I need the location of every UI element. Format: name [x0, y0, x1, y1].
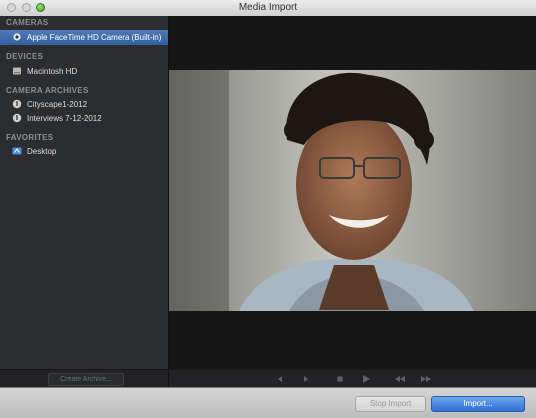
previous-button[interactable] [273, 372, 287, 386]
play-reverse-button[interactable] [299, 372, 313, 386]
stop-import-button[interactable]: Stop Import [355, 396, 426, 412]
import-button[interactable]: Import... [431, 396, 525, 412]
transport-bar [169, 369, 536, 388]
sidebar-footer: Create Archive... [0, 369, 169, 388]
window-title: Media Import [238, 2, 298, 13]
sidebar-item-desktop[interactable]: Desktop [0, 144, 168, 159]
section-heading-devices: DEVICES [6, 52, 44, 61]
sidebar-item-interviews-archive[interactable]: Interviews 7-12-2012 [0, 111, 168, 126]
sidebar-item-label: Desktop [27, 147, 57, 156]
sidebar-item-macintosh-hd[interactable]: Macintosh HD [0, 64, 168, 79]
sidebar: CAMERAS Apple FaceTime HD Camera (Built-… [0, 16, 169, 369]
play-icon [363, 375, 370, 383]
desktop-folder-icon [12, 147, 22, 155]
sidebar-item-cityscape-archive[interactable]: Cityscape1-2012 [0, 97, 168, 112]
sidebar-item-facetime-camera[interactable]: Apple FaceTime HD Camera (Built-in) [0, 30, 168, 45]
title-bar: Media Import [0, 0, 536, 17]
camera-preview-image [169, 70, 474, 311]
previous-icon [278, 376, 282, 382]
bottom-bar: Stop Import Import... [0, 387, 536, 418]
play-icon [304, 376, 308, 382]
rewind-icon [395, 376, 405, 382]
viewer-letterbox-top [169, 16, 536, 70]
sidebar-item-label: Cityscape1-2012 [27, 100, 88, 109]
stop-icon [337, 376, 343, 382]
sidebar-item-label: Apple FaceTime HD Camera (Built-in) [27, 33, 162, 42]
rewind-button[interactable] [393, 372, 407, 386]
fast-forward-button[interactable] [419, 372, 433, 386]
camera-preview [169, 70, 536, 311]
viewer-letterbox-bottom [169, 311, 536, 369]
sidebar-item-label: Macintosh HD [27, 67, 78, 76]
stop-button[interactable] [333, 372, 347, 386]
hard-drive-icon [13, 67, 21, 75]
section-heading-cameras: CAMERAS [6, 18, 49, 27]
section-heading-camera-archives: CAMERA ARCHIVES [6, 86, 89, 95]
fast-forward-icon [421, 376, 431, 382]
section-heading-favorites: FAVORITES [6, 133, 54, 142]
create-archive-button[interactable]: Create Archive... [48, 373, 124, 386]
play-button[interactable] [359, 372, 373, 386]
sidebar-item-label: Interviews 7-12-2012 [27, 114, 102, 123]
archive-icon [12, 113, 22, 123]
archive-icon [12, 99, 22, 109]
camera-icon [13, 33, 21, 41]
